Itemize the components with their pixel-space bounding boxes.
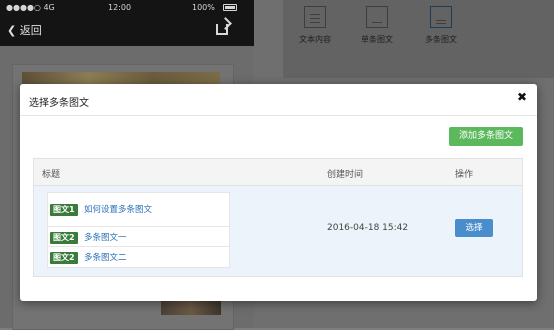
modal-title: 选择多条图文: [29, 98, 89, 109]
article-item: 图文2 多条图文一: [48, 226, 229, 247]
article-item: 图文2 多条图文二: [48, 246, 229, 267]
article-tag: 图文1: [50, 204, 78, 216]
type-label: 文本内容: [299, 35, 331, 44]
add-multi-article-button[interactable]: 添加多条图文: [449, 127, 523, 146]
article-link[interactable]: 如何设置多条图文: [84, 203, 152, 215]
created-time: 2016-04-18 15:42: [327, 223, 409, 233]
article-item: 图文1 如何设置多条图文: [48, 199, 229, 219]
multi-article-icon: [430, 6, 452, 28]
thumbnail-image: [161, 300, 221, 315]
article-link[interactable]: 多条图文二: [84, 251, 127, 263]
column-header-created-time: 创建时间: [327, 170, 364, 180]
carrier-signal: ●●●●○ 4G: [6, 3, 55, 12]
battery-icon: [223, 4, 237, 11]
battery-level: 100%: [192, 3, 215, 12]
article-link[interactable]: 多条图文一: [84, 231, 127, 243]
message-type-bar: 文本内容 单条图文 多条图文: [283, 0, 554, 78]
article-tag: 图文2: [50, 232, 78, 244]
phone-nav-bar: ❮ 返回: [0, 16, 254, 46]
single-article-icon: [366, 6, 388, 28]
article-group: 图文1 如何设置多条图文 图文2 多条图文一 图文2 多条图文二: [47, 192, 230, 268]
status-time: 12:00: [108, 3, 132, 12]
type-label: 多条图文: [425, 35, 457, 44]
type-text[interactable]: 文本内容: [285, 6, 345, 45]
text-icon: [304, 6, 326, 28]
article-table: 标题 创建时间 操作 图文1 如何设置多条图文 图文2 多条图文一 图文2 多条…: [33, 158, 523, 277]
table-header: 标题 创建时间 操作: [34, 159, 522, 186]
close-icon[interactable]: ✖: [517, 90, 527, 104]
back-button[interactable]: ❮ 返回: [7, 22, 42, 38]
type-multi-article[interactable]: 多条图文: [411, 6, 471, 45]
type-label: 单条图文: [361, 35, 393, 44]
status-bar: ●●●●○ 4G 12:00 100%: [0, 0, 254, 16]
back-label: 返回: [19, 24, 42, 37]
column-header-action: 操作: [455, 170, 474, 180]
type-single-article[interactable]: 单条图文: [347, 6, 407, 45]
chevron-left-icon: ❮: [7, 24, 17, 37]
modal-header: 选择多条图文 ✖: [20, 84, 537, 116]
select-multi-article-modal: 选择多条图文 ✖ 添加多条图文 标题 创建时间 操作 图文1 如何设置多条图文 …: [20, 84, 537, 301]
select-button[interactable]: 选择: [455, 219, 493, 237]
column-header-title: 标题: [42, 170, 61, 180]
share-icon[interactable]: [216, 24, 228, 35]
article-tag: 图文2: [50, 252, 78, 264]
